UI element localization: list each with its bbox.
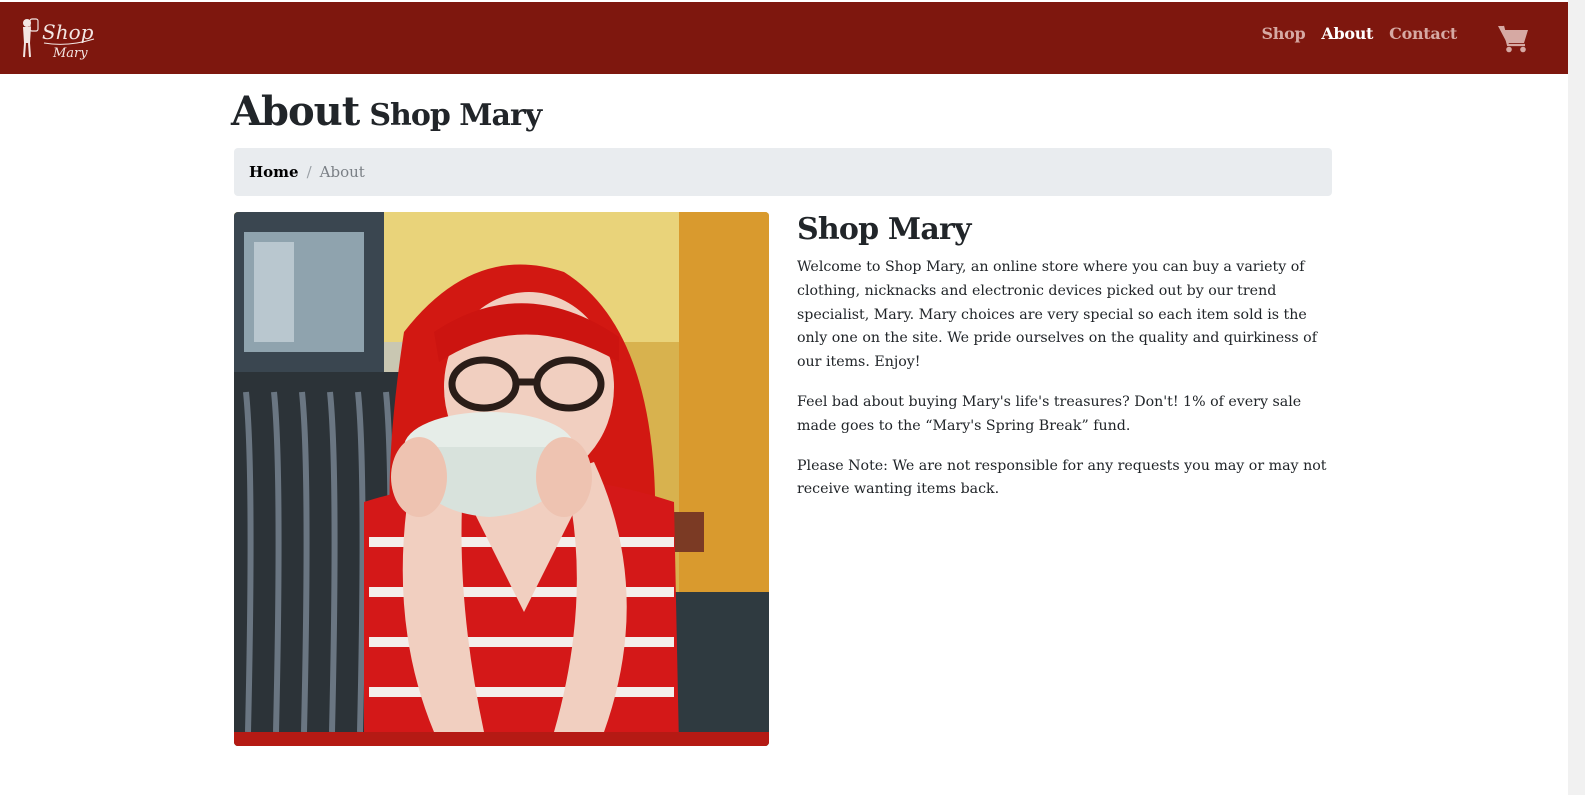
shop-mary-logo-icon: Shop Mary xyxy=(23,18,95,61)
svg-text:Mary: Mary xyxy=(52,46,88,61)
breadcrumb-home-link[interactable]: Home xyxy=(249,163,299,181)
page-title-sub: Shop Mary xyxy=(369,98,542,133)
shopping-cart-icon[interactable] xyxy=(1497,23,1529,53)
mary-photo xyxy=(234,212,769,746)
scrollbar-gutter[interactable] xyxy=(1568,0,1585,795)
brand-logo[interactable]: Shop Mary xyxy=(18,13,102,65)
about-paragraph-2: Feel bad about buying Mary's life's trea… xyxy=(797,393,1302,434)
page-title: About Shop Mary xyxy=(231,88,542,135)
about-paragraph-1: Welcome to Shop Mary, an online store wh… xyxy=(797,259,1317,371)
page-title-main: About xyxy=(231,88,360,135)
svg-text:Shop: Shop xyxy=(42,20,94,44)
navbar: Shop Mary Shop About Contact xyxy=(0,2,1568,74)
about-paragraph-3: Please Note: We are not responsible for … xyxy=(797,457,1327,498)
about-section: Shop Mary Welcome to Shop Mary, an onlin… xyxy=(797,210,1337,518)
nav-links: Shop About Contact xyxy=(1261,24,1457,43)
about-title: Shop Mary xyxy=(797,212,971,247)
breadcrumb-separator: / xyxy=(306,163,312,181)
nav-link-about[interactable]: About xyxy=(1321,24,1373,43)
nav-link-shop[interactable]: Shop xyxy=(1261,24,1305,43)
nav-link-contact[interactable]: Contact xyxy=(1389,24,1457,43)
breadcrumb: Home / About xyxy=(234,148,1332,196)
breadcrumb-current: About xyxy=(319,163,365,181)
